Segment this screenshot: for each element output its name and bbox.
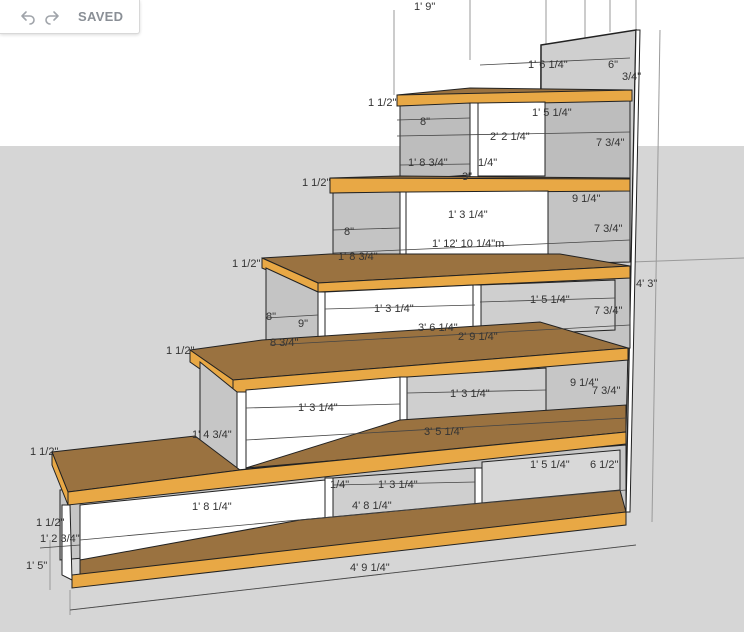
dim-top-right-offset: 6" xyxy=(608,59,618,71)
undo-button[interactable] xyxy=(16,5,40,29)
dim-base-right: 6 1/2" xyxy=(590,459,618,471)
redo-button[interactable] xyxy=(40,5,64,29)
dim-tier1-small: 1/4" xyxy=(478,157,497,169)
dim-tier3-side: 7 3/4" xyxy=(594,305,622,317)
save-status-label: SAVED xyxy=(78,9,124,24)
dim-base-depth: 1' 8 1/4" xyxy=(192,501,232,513)
dim-tier1-thickness: 1 1/2" xyxy=(368,97,396,109)
dim-top-shelf-depth: 1' 6 1/4" xyxy=(528,59,568,71)
dim-base-thickness: 1 1/2" xyxy=(30,446,58,458)
redo-icon xyxy=(45,10,59,25)
dim-tier4-inner-left: 1' 3 1/4" xyxy=(298,402,338,414)
dim-tier4-side: 7 3/4" xyxy=(592,385,620,397)
model-viewport[interactable]: 1' 9" 1' 6 1/4" 6" 3/4" 1 1/2" 8" 1' 5 1… xyxy=(0,0,744,632)
dim-base-inner-b: 1' 3 1/4" xyxy=(378,479,418,491)
dim-tier4-bottom: 1' 4 3/4" xyxy=(192,429,232,441)
dim-tier4-inner: 1' 3 1/4" xyxy=(450,388,490,400)
dim-base-length: 4' 8 1/4" xyxy=(352,500,392,512)
dim-tier1-riser: 8" xyxy=(420,116,430,128)
dim-tier3-inner-a: 1' 3 1/4" xyxy=(374,303,414,315)
dim-top-right-small: 3/4" xyxy=(622,71,641,83)
dim-base-side-a: 1 1/2" xyxy=(36,517,64,529)
dim-tier3-small: 9" xyxy=(298,318,308,330)
tier4-divider-a xyxy=(236,391,247,471)
tier2-shelf-face xyxy=(329,177,631,194)
dim-overall-length: 4' 9 1/4" xyxy=(350,562,390,574)
dim-tier3-riser: 8" xyxy=(266,311,276,323)
dim-tier2-thickness: 1 1/2" xyxy=(302,177,330,189)
undo-icon xyxy=(21,10,35,25)
tier2-cube-center xyxy=(405,190,549,263)
dim-tier3-depth: 2' 9 1/4" xyxy=(458,331,498,343)
dim-tier1-inner: 1' 5 1/4" xyxy=(532,107,572,119)
top-toolbar: SAVED xyxy=(0,0,140,34)
dim-tier2-length: 1' 12' 10 1/4"m xyxy=(432,238,504,250)
dim-tier4-length: 3' 5 1/4" xyxy=(424,426,464,438)
dim-tier4-thickness: 1 1/2" xyxy=(166,345,194,357)
dim-top-width: 1' 9" xyxy=(414,1,435,13)
dim-overall-height: 4' 3" xyxy=(636,278,657,290)
dim-tier3-length: 3' 6 1/4" xyxy=(418,322,458,334)
dim-base-height: 1' 5" xyxy=(26,560,47,572)
dim-base-small: 1/4" xyxy=(330,479,349,491)
tier2-panel-white xyxy=(399,191,407,263)
dim-tier2-bottom: 1' 8 3/4" xyxy=(338,251,378,263)
dim-base-inner-a: 1' 5 1/4" xyxy=(530,459,570,471)
dim-tier2-riser: 8" xyxy=(344,226,354,238)
tier1-divider-center xyxy=(469,102,479,178)
dim-tier3-bottom: 8 3/4" xyxy=(270,337,298,349)
dim-tier2-side: 7 3/4" xyxy=(594,223,622,235)
stair-shelf-model[interactable]: 1' 9" 1' 6 1/4" 6" 3/4" 1 1/2" 8" 1' 5 1… xyxy=(0,0,744,632)
dim-tier3-thickness: 1 1/2" xyxy=(232,258,260,270)
dim-base-side-b: 1' 2 3/4" xyxy=(40,533,80,545)
dim-tier2-inner: 1' 3 1/4" xyxy=(448,209,488,221)
dim-tier1-length: 2' 2 1/4" xyxy=(490,131,530,143)
dim-tier1-bottom: 1' 8 3/4" xyxy=(408,157,448,169)
dim-tier1-small-2: 3" xyxy=(462,171,472,183)
dim-tier2-right: 9 1/4" xyxy=(572,193,600,205)
dim-tier1-side: 7 3/4" xyxy=(596,137,624,149)
dim-tier3-inner-b: 1' 5 1/4" xyxy=(530,294,570,306)
